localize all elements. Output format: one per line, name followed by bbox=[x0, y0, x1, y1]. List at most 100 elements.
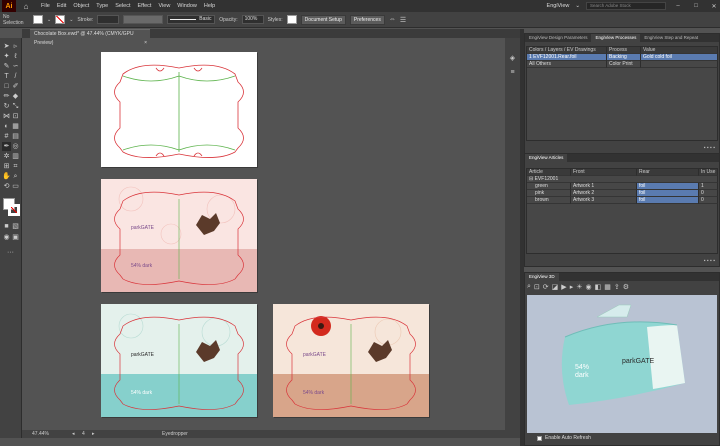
panel-menu-icon[interactable]: ☰ bbox=[400, 16, 406, 24]
rotate-3d-icon[interactable]: ⟳ bbox=[543, 283, 549, 293]
rotate-icon[interactable]: ↻ bbox=[2, 102, 11, 111]
menu-object[interactable]: Object bbox=[73, 3, 89, 9]
next-artboard-icon[interactable]: ▸ bbox=[92, 430, 95, 438]
close-icon[interactable]: ✕ bbox=[708, 3, 720, 10]
step-icon[interactable]: ▸ bbox=[570, 283, 574, 293]
artboard-tool-icon[interactable]: ⊞ bbox=[2, 162, 11, 171]
arrange-icon[interactable]: ⇔ bbox=[389, 16, 396, 23]
artboard-pink[interactable]: parkGATE 54% dark bbox=[101, 179, 257, 292]
graphic-style-swatch[interactable] bbox=[286, 15, 297, 24]
zoom-level[interactable]: 47.44% bbox=[32, 430, 49, 438]
direct-selection-tool-icon[interactable]: ▹ bbox=[11, 42, 20, 51]
width-tool-icon[interactable]: ⋈ bbox=[2, 112, 11, 121]
tab-design-parameters[interactable]: EngiView Design Parameters bbox=[525, 34, 591, 42]
hand-tool-icon[interactable]: ✋ bbox=[2, 172, 11, 181]
table-row[interactable]: brown Artwork 3 foil 0 bbox=[527, 197, 718, 204]
shape-builder-icon[interactable]: ◐ bbox=[2, 122, 11, 131]
menu-select[interactable]: Select bbox=[115, 3, 130, 9]
opacity-field[interactable]: 100% bbox=[241, 15, 264, 24]
magic-wand-icon[interactable]: ✦ bbox=[2, 52, 11, 61]
artboard-dieline[interactable] bbox=[101, 52, 257, 167]
prev-artboard-icon[interactable]: ◂ bbox=[72, 430, 75, 438]
export-icon[interactable]: ⇪ bbox=[614, 283, 620, 293]
blend-tool-icon[interactable]: ◎ bbox=[11, 142, 20, 151]
zoom-icon[interactable]: ⌕ bbox=[527, 283, 531, 293]
menu-effect[interactable]: Effect bbox=[138, 3, 152, 9]
slice-tool-icon[interactable]: ⌗ bbox=[11, 162, 20, 171]
tab-3d[interactable]: EngiView 3D bbox=[525, 273, 559, 281]
fold-icon[interactable]: ◪ bbox=[552, 283, 559, 293]
tab-articles[interactable]: EngiView Articles bbox=[525, 154, 568, 162]
pen-tool-icon[interactable]: ✎ bbox=[2, 62, 11, 71]
chevron-down-icon[interactable]: ⌄ bbox=[69, 17, 73, 23]
graph-tool-icon[interactable]: ▥ bbox=[11, 152, 20, 161]
menu-file[interactable]: File bbox=[41, 3, 50, 9]
light-icon[interactable]: ☀ bbox=[576, 283, 582, 293]
maximize-icon[interactable]: □ bbox=[690, 3, 702, 9]
panel-menu-icon[interactable]: ▪ ▪ ▪ ▪ bbox=[704, 258, 715, 264]
eraser-icon[interactable]: ◆ bbox=[11, 92, 20, 101]
stroke-color-icon[interactable] bbox=[8, 204, 20, 216]
stroke-weight-field[interactable] bbox=[97, 15, 120, 24]
table-row[interactable]: green Artwork 1 foil 1 bbox=[527, 183, 718, 190]
more-tools-icon[interactable]: ··· bbox=[6, 248, 15, 257]
panel-menu-icon[interactable]: ▪ ▪ ▪ ▪ bbox=[704, 145, 715, 151]
gradient-icon[interactable]: ▤ bbox=[11, 132, 20, 141]
minimize-icon[interactable]: – bbox=[672, 3, 684, 9]
eyedropper-icon[interactable]: ✒ bbox=[2, 142, 11, 151]
table-row[interactable]: pink Artwork 2 foil 0 bbox=[527, 190, 718, 197]
zoom-tool-icon[interactable]: ⌕ bbox=[11, 172, 20, 181]
free-transform-icon[interactable]: ⊡ bbox=[11, 112, 20, 121]
menu-type[interactable]: Type bbox=[96, 3, 108, 9]
camera-icon[interactable]: ◉ bbox=[585, 283, 591, 293]
symbol-sprayer-icon[interactable]: ✲ bbox=[2, 152, 11, 161]
paintbrush-icon[interactable]: ✐ bbox=[11, 82, 20, 91]
screen-mode-icon[interactable]: ▣ bbox=[11, 233, 20, 242]
artboard-green[interactable]: parkGATE 54% dark bbox=[101, 304, 257, 417]
color-mode-icon[interactable]: ■ bbox=[2, 222, 11, 231]
chevron-down-icon[interactable]: ⌄ bbox=[575, 3, 580, 9]
menu-view[interactable]: View bbox=[158, 3, 170, 9]
document-tab[interactable]: Chocolate Box.ewd* @ 47.44% (CMYK/GPU Pr… bbox=[30, 29, 150, 46]
opacity-label[interactable]: Opacity: bbox=[219, 17, 237, 23]
tab-step-and-repeat[interactable]: EngiView Step and Repeat bbox=[640, 34, 702, 42]
auto-refresh-checkbox[interactable] bbox=[537, 435, 542, 441]
menu-window[interactable]: Window bbox=[177, 3, 197, 9]
brush-style-dropdown[interactable]: Basic bbox=[167, 15, 216, 24]
texture-icon[interactable]: ▦ bbox=[604, 283, 611, 293]
type-tool-icon[interactable]: T bbox=[2, 72, 11, 81]
close-tab-icon[interactable]: × bbox=[144, 39, 147, 48]
shaper-tool-icon[interactable]: ✏ bbox=[2, 92, 11, 101]
curvature-icon[interactable]: ∽ bbox=[11, 62, 20, 71]
home-icon[interactable]: ⌂ bbox=[20, 0, 32, 12]
stroke-label[interactable]: Stroke: bbox=[77, 17, 93, 23]
play-icon[interactable]: ▶ bbox=[561, 283, 566, 293]
table-row[interactable]: 1 EVF12001.Rear.foil Backing Gold cold f… bbox=[527, 54, 718, 61]
fit-view-icon[interactable]: ⊡ bbox=[534, 283, 540, 293]
menu-edit[interactable]: Edit bbox=[57, 3, 66, 9]
line-tool-icon[interactable]: / bbox=[11, 72, 20, 81]
chevron-down-icon[interactable]: ⌄ bbox=[47, 17, 51, 23]
stock-search-input[interactable]: Search Adobe Stock bbox=[586, 2, 666, 10]
print-tiling-icon[interactable]: ▭ bbox=[11, 182, 20, 191]
settings-icon[interactable]: ⚙ bbox=[623, 283, 629, 293]
3d-viewport[interactable]: 54% dark parkGATE bbox=[527, 295, 717, 433]
material-icon[interactable]: ◧ bbox=[595, 283, 602, 293]
article-group[interactable]: ⊟ EVF12001 bbox=[527, 176, 718, 183]
layers-icon[interactable]: ◈ bbox=[508, 54, 517, 63]
scale-icon[interactable]: ⤡ bbox=[11, 102, 20, 111]
lasso-icon[interactable]: ℓ bbox=[11, 52, 20, 61]
stroke-swatch[interactable] bbox=[55, 15, 66, 24]
tab-processes[interactable]: EngiView Processes bbox=[591, 34, 641, 42]
gradient-mode-icon[interactable]: ▧ bbox=[11, 222, 20, 231]
workspace-switcher[interactable]: EngiView bbox=[547, 3, 570, 9]
selection-tool-icon[interactable]: ➤ bbox=[2, 42, 11, 51]
draw-mode-icon[interactable]: ◉ bbox=[2, 233, 11, 242]
perspective-grid-icon[interactable]: ▦ bbox=[11, 122, 20, 131]
rotate-view-icon[interactable]: ⟲ bbox=[2, 182, 11, 191]
preferences-button[interactable]: Preferences bbox=[349, 14, 385, 25]
artboard-brown[interactable]: parkGATE 54% dark bbox=[273, 304, 429, 417]
menu-help[interactable]: Help bbox=[204, 3, 215, 9]
variable-width-field[interactable] bbox=[123, 15, 164, 24]
fill-swatch[interactable] bbox=[33, 15, 43, 24]
